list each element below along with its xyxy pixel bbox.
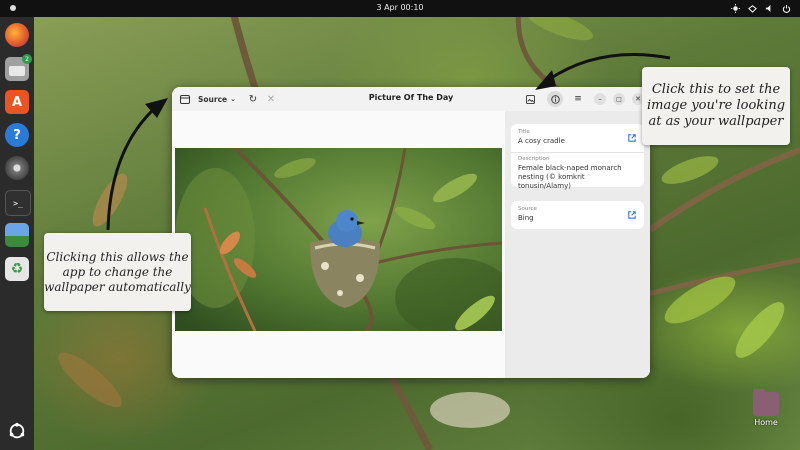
app-center-icon[interactable]: A: [5, 90, 29, 114]
close-x-icon: ✕: [266, 93, 276, 105]
power-icon: [781, 2, 792, 14]
annotation-set-wallpaper: Click this to set the image you're looki…: [642, 67, 790, 145]
chevron-down-icon: ⌄: [230, 95, 236, 103]
picture-of-the-day-image: [175, 148, 502, 331]
info-sidebar: Title A cosy cradle Description Female b…: [505, 111, 650, 378]
trash-icon[interactable]: ♻: [5, 257, 29, 281]
set-wallpaper-button[interactable]: [523, 91, 537, 107]
description-row: Description Female black-naped monarch n…: [518, 156, 636, 191]
close-icon: ✕: [635, 95, 641, 103]
picture-of-the-day-window: Source ⌄ ↻ ✕ Picture Of The Day ≡ – □ ✕: [172, 87, 650, 378]
system-tray[interactable]: [730, 2, 792, 14]
main-menu-button[interactable]: ≡: [571, 91, 585, 107]
picture-of-the-day-icon[interactable]: [5, 223, 29, 247]
maximize-button[interactable]: □: [613, 93, 625, 105]
header-bar: Source ⌄ ↻ ✕ Picture Of The Day ≡ – □ ✕: [172, 87, 650, 112]
minimize-icon: –: [598, 95, 602, 103]
show-apps-icon[interactable]: [5, 419, 29, 443]
refresh-icon: ↻: [248, 93, 258, 105]
title-key: Title: [518, 129, 530, 135]
description-key: Description: [518, 156, 550, 162]
files-icon[interactable]: 2: [5, 54, 32, 81]
volume-icon: [764, 2, 775, 14]
terminal-icon[interactable]: >_: [5, 190, 31, 216]
source-dropdown[interactable]: Source ⌄: [198, 91, 236, 107]
maximize-icon: □: [616, 95, 622, 103]
minimize-button[interactable]: –: [594, 93, 606, 105]
wallpaper-toggle-icon: [180, 94, 190, 104]
source-key: Source: [518, 206, 537, 212]
cancel-button[interactable]: ✕: [264, 91, 278, 107]
info-button[interactable]: [547, 91, 563, 107]
hamburger-icon: ≡: [574, 94, 582, 104]
home-folder-label: Home: [754, 418, 778, 427]
image-viewer[interactable]: [172, 111, 505, 378]
info-icon: [550, 94, 560, 104]
open-link-icon[interactable]: [628, 134, 636, 142]
source-row: Source Bing: [518, 206, 624, 223]
image-icon: [525, 94, 535, 104]
source-card: Source Bing: [511, 201, 644, 229]
clock[interactable]: 3 Apr 00:10: [0, 3, 800, 12]
top-bar: 3 Apr 00:10: [0, 0, 800, 17]
annotation-auto-wallpaper: Clicking this allows the app to change t…: [44, 233, 191, 311]
files-badge: 2: [22, 54, 32, 64]
help-icon[interactable]: ?: [5, 123, 29, 147]
refresh-button[interactable]: ↻: [246, 91, 260, 107]
brightness-icon: [730, 2, 741, 14]
divider: [511, 152, 644, 153]
description-value: Female black-naped monarch nesting (© ko…: [518, 164, 622, 191]
details-card: Title A cosy cradle Description Female b…: [511, 124, 644, 190]
open-source-link-icon[interactable]: [628, 211, 636, 219]
title-value: A cosy cradle: [518, 137, 565, 145]
home-folder-icon: [753, 389, 779, 416]
network-icon: [747, 2, 758, 14]
title-row: Title A cosy cradle: [518, 129, 624, 146]
source-value: Bing: [518, 214, 534, 222]
auto-wallpaper-button[interactable]: [178, 91, 192, 107]
dock: 2 A ? >_ ♻: [0, 17, 34, 450]
rhythmbox-icon[interactable]: [5, 156, 29, 180]
source-label: Source: [198, 94, 228, 104]
home-folder[interactable]: Home: [746, 389, 786, 427]
firefox-icon[interactable]: [5, 23, 29, 47]
